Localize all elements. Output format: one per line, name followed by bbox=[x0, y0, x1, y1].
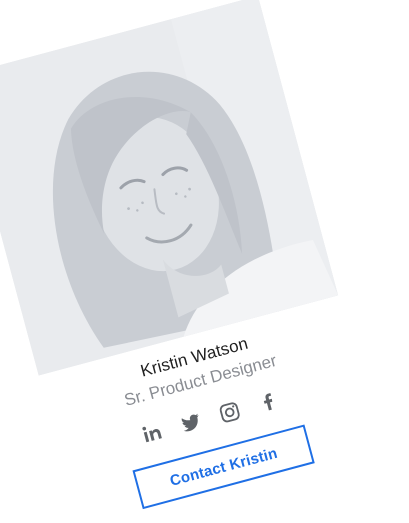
linkedin-link[interactable] bbox=[137, 417, 169, 449]
instagram-link[interactable] bbox=[214, 396, 246, 428]
profile-photo bbox=[0, 0, 339, 376]
instagram-icon bbox=[219, 402, 240, 423]
profile-card: Kristin Watson Sr. Product Designer Cont… bbox=[0, 0, 380, 523]
profile-photo-image bbox=[0, 0, 339, 376]
linkedin-icon bbox=[142, 426, 162, 443]
facebook-link[interactable] bbox=[252, 386, 284, 418]
facebook-icon bbox=[263, 393, 273, 411]
twitter-icon bbox=[181, 413, 199, 432]
twitter-link[interactable] bbox=[175, 407, 207, 439]
profile-stage: Kristin Watson Sr. Product Designer Cont… bbox=[0, 0, 409, 523]
